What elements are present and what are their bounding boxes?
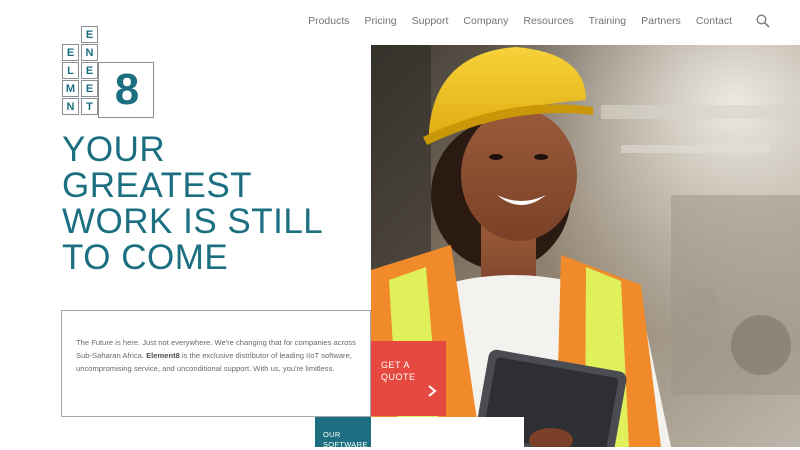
nav-products[interactable]: Products: [308, 15, 349, 27]
hero-headline: YOUR GREATEST WORK IS STILL TO COME: [62, 132, 323, 276]
bottom-panel: [371, 417, 524, 447]
nav-contact[interactable]: Contact: [696, 15, 732, 27]
headline-line: TO COME: [62, 238, 229, 277]
nav-company[interactable]: Company: [463, 15, 508, 27]
logo-number: 8: [98, 62, 154, 118]
logo-letter: L: [62, 62, 79, 79]
nav-training[interactable]: Training: [589, 15, 627, 27]
intro-text-box: The Future is here. Just not everywhere.…: [61, 310, 371, 417]
headline-line: GREATEST: [62, 166, 253, 205]
main-nav: Products Pricing Support Company Resourc…: [293, 14, 770, 28]
logo-letter: T: [81, 98, 98, 115]
nav-resources[interactable]: Resources: [523, 15, 573, 27]
search-icon[interactable]: [756, 14, 770, 28]
nav-support[interactable]: Support: [412, 15, 449, 27]
nav-pricing[interactable]: Pricing: [365, 15, 397, 27]
intro-brand-name: Element8: [146, 351, 180, 360]
logo-letter: N: [81, 44, 98, 61]
logo-letter: N: [62, 98, 79, 115]
nav-partners[interactable]: Partners: [641, 15, 681, 27]
chevron-right-icon: [427, 384, 437, 398]
software-label-line2: SOFTWARE: [323, 440, 368, 449]
our-software-button[interactable]: OUR SOFTWARE: [315, 417, 371, 449]
logo-letter: E: [81, 80, 98, 97]
logo-letter: M: [62, 80, 79, 97]
quote-label-line2: QUOTE: [381, 372, 416, 382]
headline-line: WORK IS STILL: [62, 202, 324, 241]
logo-letter: E: [62, 44, 79, 61]
get-a-quote-button[interactable]: GET A QUOTE: [371, 341, 446, 416]
software-label-line1: OUR: [323, 430, 341, 439]
headline-line: YOUR: [62, 130, 166, 169]
logo-letter: E: [81, 26, 98, 43]
quote-label-line1: GET A: [381, 360, 410, 370]
logo-letter: E: [81, 62, 98, 79]
